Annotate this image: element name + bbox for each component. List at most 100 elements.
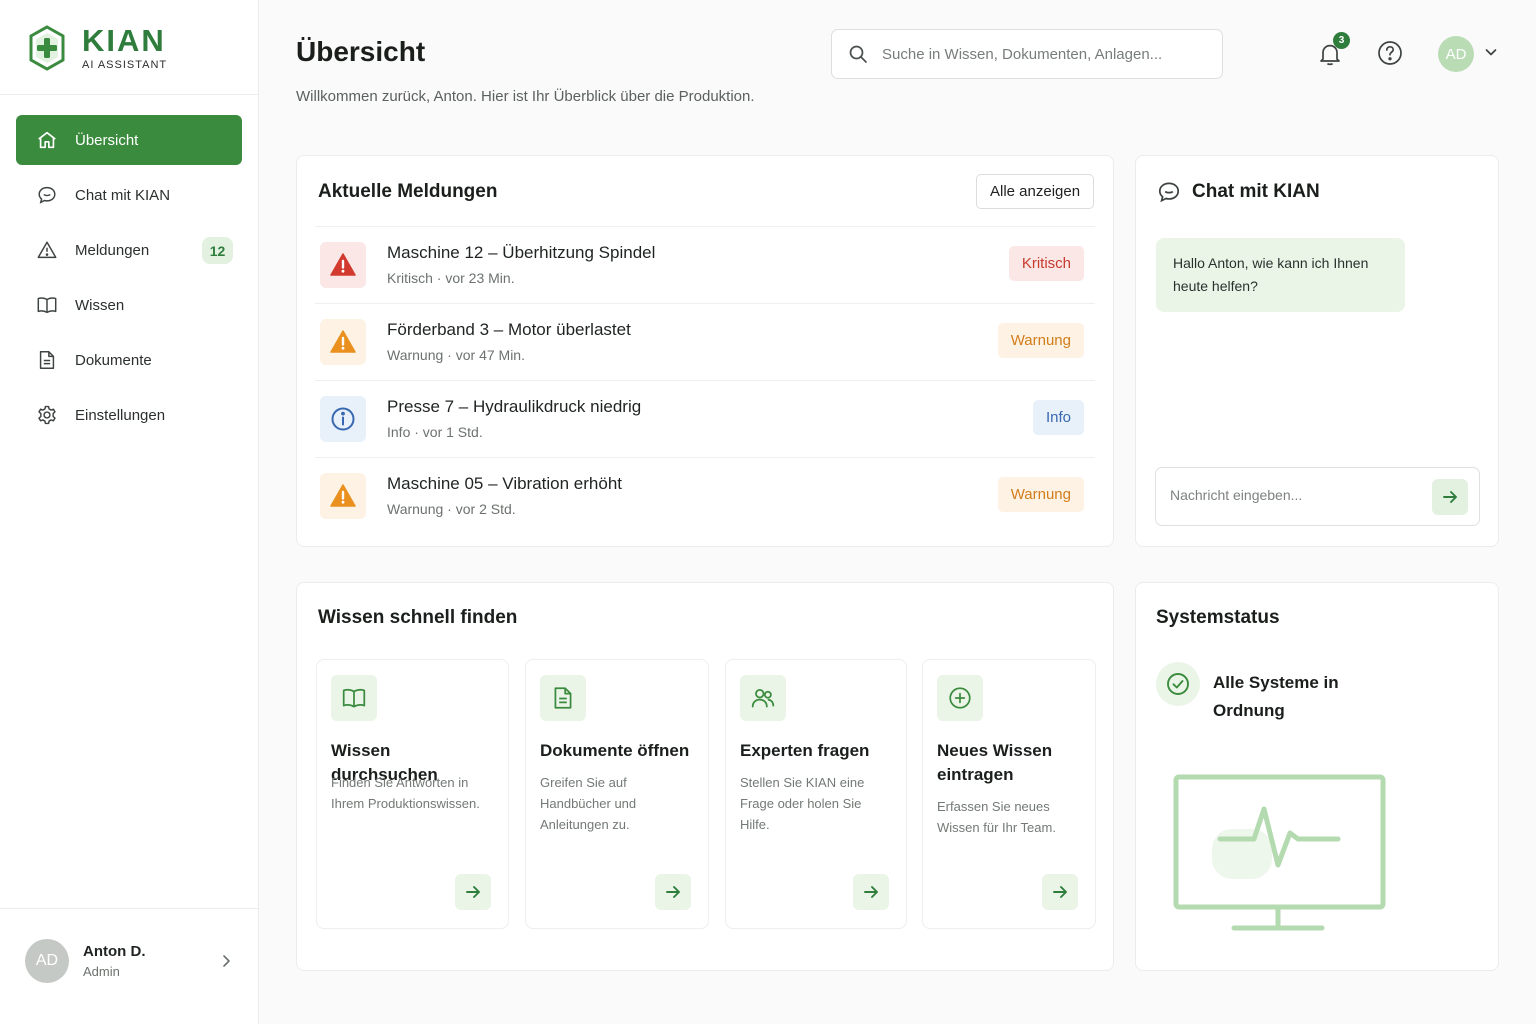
sidebar-item-dokumente[interactable]: Dokumente — [16, 335, 242, 385]
warning-alert-icon — [320, 319, 366, 365]
knowledge-card: Wissen schnell finden Wissen durchsuchen… — [296, 582, 1114, 971]
alert-row[interactable]: Maschine 05 – Vibration erhöht Warnung ·… — [315, 457, 1095, 534]
chevron-down-icon[interactable] — [1484, 45, 1498, 59]
alert-meta: Kritisch · vor 23 Min. — [387, 270, 515, 286]
brand-name: KIAN — [82, 23, 166, 58]
alert-row[interactable]: Presse 7 – Hydraulikdruck niedrig Info ·… — [315, 380, 1095, 457]
status-badge: Kritisch — [1008, 246, 1084, 281]
monitor-heartbeat-icon — [1173, 774, 1386, 931]
chat-icon — [38, 186, 56, 204]
sidebar-item-label: Einstellungen — [75, 406, 166, 424]
status-badge: Info — [1032, 400, 1084, 435]
open-button[interactable] — [655, 874, 691, 910]
check-circle-icon — [1156, 662, 1200, 706]
warning-alert-icon — [320, 473, 366, 519]
chat-card: Chat mit KIAN Hallo Anton, wie kann ich … — [1135, 155, 1499, 547]
chevron-right-icon[interactable] — [218, 952, 234, 970]
alerts-card: Aktuelle Meldungen Alle anzeigen Maschin… — [296, 155, 1114, 547]
status-badge: Warnung — [997, 323, 1084, 358]
gear-icon — [38, 405, 56, 425]
avatar: AD — [25, 939, 69, 983]
help-icon[interactable] — [1377, 40, 1403, 66]
info-alert-icon — [320, 396, 366, 442]
sidebar-item-uebersicht[interactable]: Übersicht — [16, 115, 242, 165]
sidebar-item-label: Dokumente — [75, 351, 152, 369]
knowledge-action-search[interactable]: Wissen durchsuchen Finden Sie Antworten … — [316, 659, 509, 929]
action-title: Dokumente öffnen — [540, 741, 690, 760]
header-avatar[interactable]: AD — [1438, 36, 1474, 72]
notification-count-badge: 3 — [1333, 32, 1350, 49]
search-bar[interactable] — [831, 29, 1223, 79]
action-description: Finden Sie Antworten in Ihrem Produktion… — [331, 775, 480, 811]
sidebar-nav: Übersicht Chat mit KIAN Meldungen 12 Wis… — [16, 115, 242, 445]
brand-logo[interactable]: KIAN AI ASSISTANT — [26, 24, 167, 72]
knowledge-title: Wissen schnell finden — [318, 607, 518, 628]
alert-meta: Warnung · vor 47 Min. — [387, 347, 525, 363]
open-button[interactable] — [455, 874, 491, 910]
logo-mark-icon — [29, 25, 65, 71]
page-title: Übersicht — [296, 36, 426, 67]
system-status-text: Alle Systeme in Ordnung — [1213, 673, 1339, 720]
alerts-title: Aktuelle Meldungen — [318, 181, 498, 202]
alert-row[interactable]: Maschine 12 – Überhitzung Spindel Kritis… — [315, 226, 1095, 303]
knowledge-action-add[interactable]: Neues Wissen eintragen Erfassen Sie neue… — [922, 659, 1096, 929]
alerts-count-badge: 12 — [202, 237, 233, 264]
alert-meta: Info · vor 1 Std. — [387, 424, 483, 440]
action-title: Experten fragen — [740, 741, 870, 760]
knowledge-action-documents[interactable]: Dokumente öffnen Greifen Sie auf Handbüc… — [525, 659, 709, 929]
user-profile[interactable]: AD Anton D. Admin — [25, 938, 240, 984]
arrow-right-icon — [1443, 491, 1457, 503]
sidebar-item-einstellungen[interactable]: Einstellungen — [16, 390, 242, 440]
book-icon — [331, 675, 377, 721]
action-title: Neues Wissen eintragen — [937, 741, 1053, 784]
send-button[interactable] — [1432, 479, 1468, 515]
page-subtitle: Willkommen zurück, Anton. Hier ist Ihr Ü… — [296, 88, 755, 105]
warning-icon — [37, 241, 57, 259]
show-all-button[interactable]: Alle anzeigen — [976, 174, 1095, 209]
alert-title: Maschine 05 – Vibration erhöht — [387, 474, 623, 493]
alert-title: Förderband 3 – Motor überlastet — [387, 320, 631, 339]
user-name: Anton D. — [83, 943, 146, 960]
chat-icon — [1158, 182, 1180, 203]
sidebar-item-meldungen[interactable]: Meldungen 12 — [16, 225, 242, 275]
open-button[interactable] — [853, 874, 889, 910]
sidebar-item-label: Wissen — [75, 296, 125, 314]
search-input[interactable] — [882, 45, 1212, 63]
arrow-right-icon — [466, 886, 480, 898]
system-status-title: Systemstatus — [1156, 607, 1280, 628]
sidebar-divider — [0, 94, 259, 95]
document-icon — [540, 675, 586, 721]
book-icon — [37, 297, 57, 314]
sidebar-item-label: Chat mit KIAN — [75, 186, 171, 204]
user-role: Admin — [83, 964, 120, 979]
alert-meta: Warnung · vor 2 Std. — [387, 501, 516, 517]
user-divider — [0, 908, 259, 909]
arrow-right-icon — [666, 886, 680, 898]
home-icon — [38, 131, 56, 149]
sidebar-item-label: Übersicht — [75, 131, 139, 149]
chat-header: Chat mit KIAN — [1156, 179, 1320, 205]
knowledge-action-experts[interactable]: Experten fragen Stellen Sie KIAN eine Fr… — [725, 659, 907, 929]
alert-row[interactable]: Förderband 3 – Motor überlastet Warnung … — [315, 303, 1095, 380]
open-button[interactable] — [1042, 874, 1078, 910]
status-badge: Warnung — [997, 477, 1084, 512]
chat-input-box[interactable] — [1155, 467, 1480, 526]
chat-title: Chat mit KIAN — [1192, 181, 1320, 202]
critical-alert-icon — [320, 242, 366, 288]
alert-title: Presse 7 – Hydraulikdruck niedrig — [387, 397, 642, 416]
action-description: Stellen Sie KIAN eine Frage oder holen S… — [740, 775, 865, 832]
message-input[interactable] — [1170, 487, 1410, 503]
sidebar: KIAN AI ASSISTANT Übersicht Chat mit KIA… — [0, 0, 259, 1024]
action-description: Erfassen Sie neues Wissen für Ihr Team. — [937, 799, 1056, 835]
arrow-right-icon — [1053, 886, 1067, 898]
sidebar-item-wissen[interactable]: Wissen — [16, 280, 242, 330]
sidebar-item-chat[interactable]: Chat mit KIAN — [16, 170, 242, 220]
assistant-message: Hallo Anton, wie kann ich Ihnen heute he… — [1156, 238, 1405, 312]
plus-circle-icon — [937, 675, 983, 721]
sidebar-item-label: Meldungen — [75, 241, 150, 259]
users-icon — [740, 675, 786, 721]
document-icon — [39, 351, 55, 369]
system-status-card: Systemstatus Alle Systeme in Ordnung — [1135, 582, 1499, 971]
arrow-right-icon — [864, 886, 878, 898]
alert-title: Maschine 12 – Überhitzung Spindel — [387, 243, 656, 262]
